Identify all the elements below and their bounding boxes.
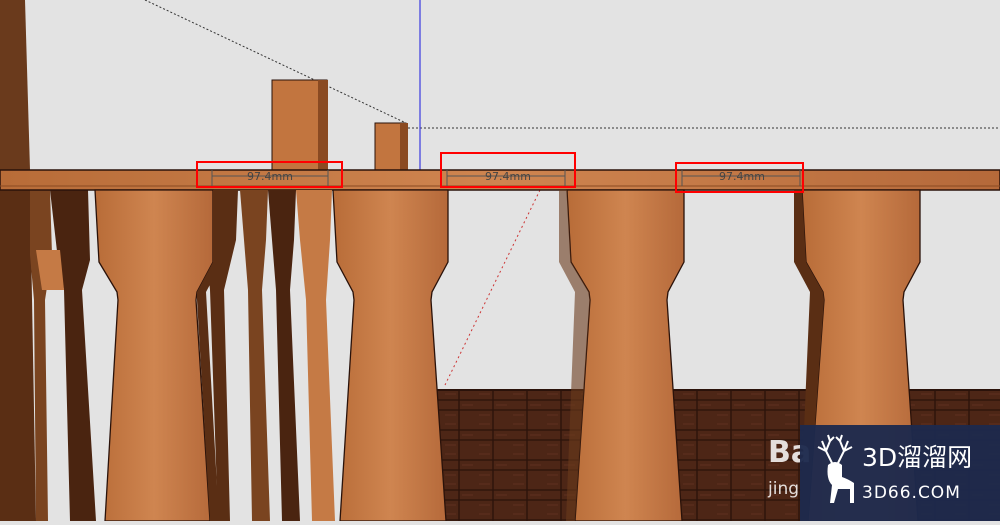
scene-canvas[interactable]: 97.4mm 97.4mm 97.4mm Ba jing 3D溜溜网 3D66.… bbox=[0, 0, 1000, 522]
dimension-label: 97.4mm bbox=[485, 170, 531, 183]
brand-watermark: 3D溜溜网 3D66.COM bbox=[800, 425, 1000, 521]
baluster-2 bbox=[332, 189, 449, 522]
modeling-viewport[interactable]: 97.4mm 97.4mm 97.4mm Ba jing 3D溜溜网 3D66.… bbox=[0, 0, 1000, 522]
brand-url: 3D66.COM bbox=[862, 483, 961, 503]
brand-title: 3D溜溜网 bbox=[862, 443, 972, 472]
dimension-label: 97.4mm bbox=[247, 170, 293, 183]
baidu-sub-text: jing bbox=[767, 479, 799, 499]
dimension-label: 97.4mm bbox=[719, 170, 765, 183]
